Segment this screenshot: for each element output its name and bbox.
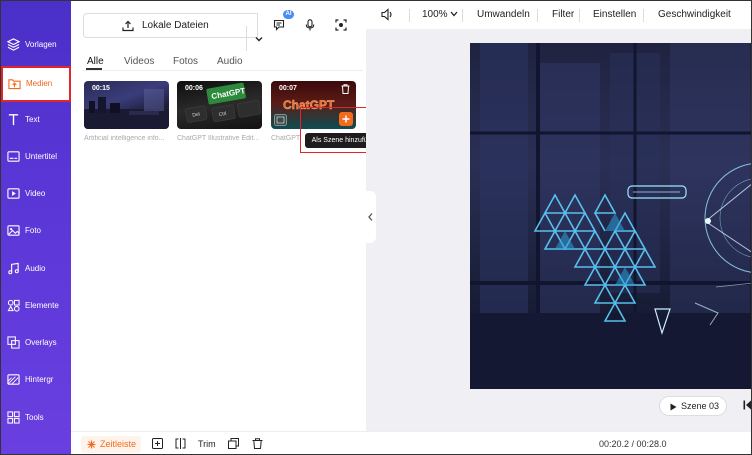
timeline-icon — [87, 440, 96, 449]
sidebar: Vorlagen Medien Text Untertitel Video Fo… — [1, 1, 71, 454]
toolbar-divider — [537, 9, 538, 22]
upload-local-files-button[interactable]: Lokale Dateien — [83, 13, 263, 51]
volume-icon[interactable] — [381, 8, 394, 21]
zoom-value: 100% — [422, 9, 448, 20]
duration-label: 00:07 — [279, 85, 297, 92]
time-display: 00:20.2 / 00:28.0 — [599, 439, 667, 449]
video-preview-canvas[interactable] — [470, 43, 751, 389]
sidebar-item-untertitel[interactable]: Untertitel — [1, 140, 71, 176]
add-scene-icon[interactable] — [152, 438, 163, 449]
filter-button[interactable]: Filter — [552, 9, 574, 20]
chat-icon — [273, 19, 285, 31]
sidebar-item-label: Elemente — [25, 301, 59, 310]
duration-label: 00:15 — [92, 85, 110, 92]
media-upload-icon — [8, 79, 21, 90]
timeline-label: Zeitleiste — [100, 439, 137, 449]
upload-icon — [122, 20, 134, 32]
sidebar-item-label: Text — [25, 115, 40, 124]
sidebar-item-label: Vorlagen — [25, 40, 57, 49]
background-icon — [7, 374, 20, 385]
layers-icon — [7, 38, 20, 51]
delete-icon[interactable] — [252, 438, 263, 449]
ai-badge: AI — [283, 10, 294, 19]
preview-toolbar: 100% Umwandeln Filter Einstellen Geschwi… — [366, 1, 751, 29]
video-icon — [7, 188, 20, 199]
media-item-label: Artificial intelligence info... — [84, 135, 165, 142]
scene-overlay-icon[interactable] — [274, 114, 287, 126]
music-icon — [8, 262, 19, 275]
record-audio-button[interactable] — [298, 13, 322, 37]
duration-label: 00:06 — [185, 85, 203, 92]
photo-icon — [7, 225, 20, 236]
toolbar-divider — [462, 9, 463, 22]
convert-button[interactable]: Umwandeln — [477, 9, 530, 20]
sidebar-item-text[interactable]: Text — [1, 103, 71, 139]
tab-audio[interactable]: Audio — [217, 56, 243, 67]
tab-divider — [83, 70, 363, 71]
tab-fotos[interactable]: Fotos — [173, 56, 198, 67]
sidebar-item-label: Hintergr — [25, 375, 54, 384]
chevron-down-icon — [255, 37, 263, 42]
sidebar-item-label: Audio — [25, 264, 46, 273]
sidebar-item-overlays[interactable]: Overlays — [1, 326, 71, 362]
sidebar-item-label: Medien — [26, 79, 53, 88]
tab-videos[interactable]: Videos — [124, 56, 154, 67]
scene-label: Szene 03 — [681, 401, 720, 411]
tools-icon — [7, 411, 20, 424]
sidebar-item-hintergrund[interactable]: Hintergr — [1, 363, 71, 399]
duplicate-icon[interactable] — [228, 438, 239, 449]
sidebar-item-foto[interactable]: Foto — [1, 214, 71, 250]
sidebar-item-label: Untertitel — [25, 152, 58, 161]
timeline-button[interactable]: Zeitleiste — [81, 436, 141, 453]
sidebar-item-video[interactable]: Video — [1, 177, 71, 213]
sidebar-item-audio[interactable]: Audio — [1, 252, 71, 288]
preview-frame-image — [470, 43, 751, 389]
toolbar-divider — [643, 9, 644, 22]
sidebar-item-vorlagen[interactable]: Vorlagen — [1, 28, 71, 64]
media-panel: Lokale Dateien AI Alle Videos Fotos Audi… — [71, 1, 392, 431]
sidebar-item-label: Tools — [25, 413, 44, 422]
delete-icon[interactable] — [341, 84, 350, 94]
adjust-button[interactable]: Einstellen — [593, 9, 636, 20]
sidebar-item-label: Overlays — [25, 338, 57, 347]
screen-capture-icon — [335, 19, 347, 31]
trim-button[interactable]: Trim — [198, 439, 216, 449]
bottom-toolbar: Zeitleiste Trim 00:20.2 / 00:28.0 — [71, 431, 751, 454]
overlays-icon — [7, 336, 20, 349]
media-item-thumbnail[interactable]: 00:15 — [84, 81, 169, 129]
toolbar-divider — [579, 9, 580, 22]
speed-button[interactable]: Geschwindigkeit — [658, 9, 731, 20]
sidebar-item-medien[interactable]: Medien — [1, 66, 71, 102]
skip-back-icon[interactable] — [743, 400, 751, 410]
upload-label: Lokale Dateien — [142, 20, 209, 31]
subtitle-icon — [7, 151, 20, 162]
sidebar-item-tools[interactable]: Tools — [1, 401, 71, 437]
microphone-icon — [305, 19, 315, 31]
split-icon[interactable] — [175, 438, 186, 449]
del-key-text: Del — [192, 112, 200, 119]
sidebar-item-label: Video — [25, 189, 46, 198]
chevron-left-icon — [368, 213, 373, 221]
toolbar-divider — [409, 9, 410, 22]
zoom-select[interactable]: 100% — [422, 9, 458, 20]
sidebar-item-elemente[interactable]: Elemente — [1, 289, 71, 325]
media-item-label: ChatGPT Illustrative Edit... — [177, 135, 260, 142]
play-icon — [670, 403, 677, 411]
sidebar-item-label: Foto — [25, 226, 42, 235]
screen-record-button[interactable] — [329, 13, 353, 37]
tab-alle[interactable]: Alle — [87, 56, 104, 67]
video-editor-window: Vorlagen Medien Text Untertitel Video Fo… — [0, 0, 752, 455]
text-icon — [8, 114, 19, 126]
media-item-thumbnail[interactable]: ChatGPT Del Ctrl 00:06 — [177, 81, 262, 129]
scene-play-button[interactable]: Szene 03 — [659, 396, 727, 416]
chevron-down-icon — [450, 11, 458, 17]
elements-icon — [7, 299, 20, 312]
collapse-panel-handle[interactable] — [365, 191, 376, 243]
